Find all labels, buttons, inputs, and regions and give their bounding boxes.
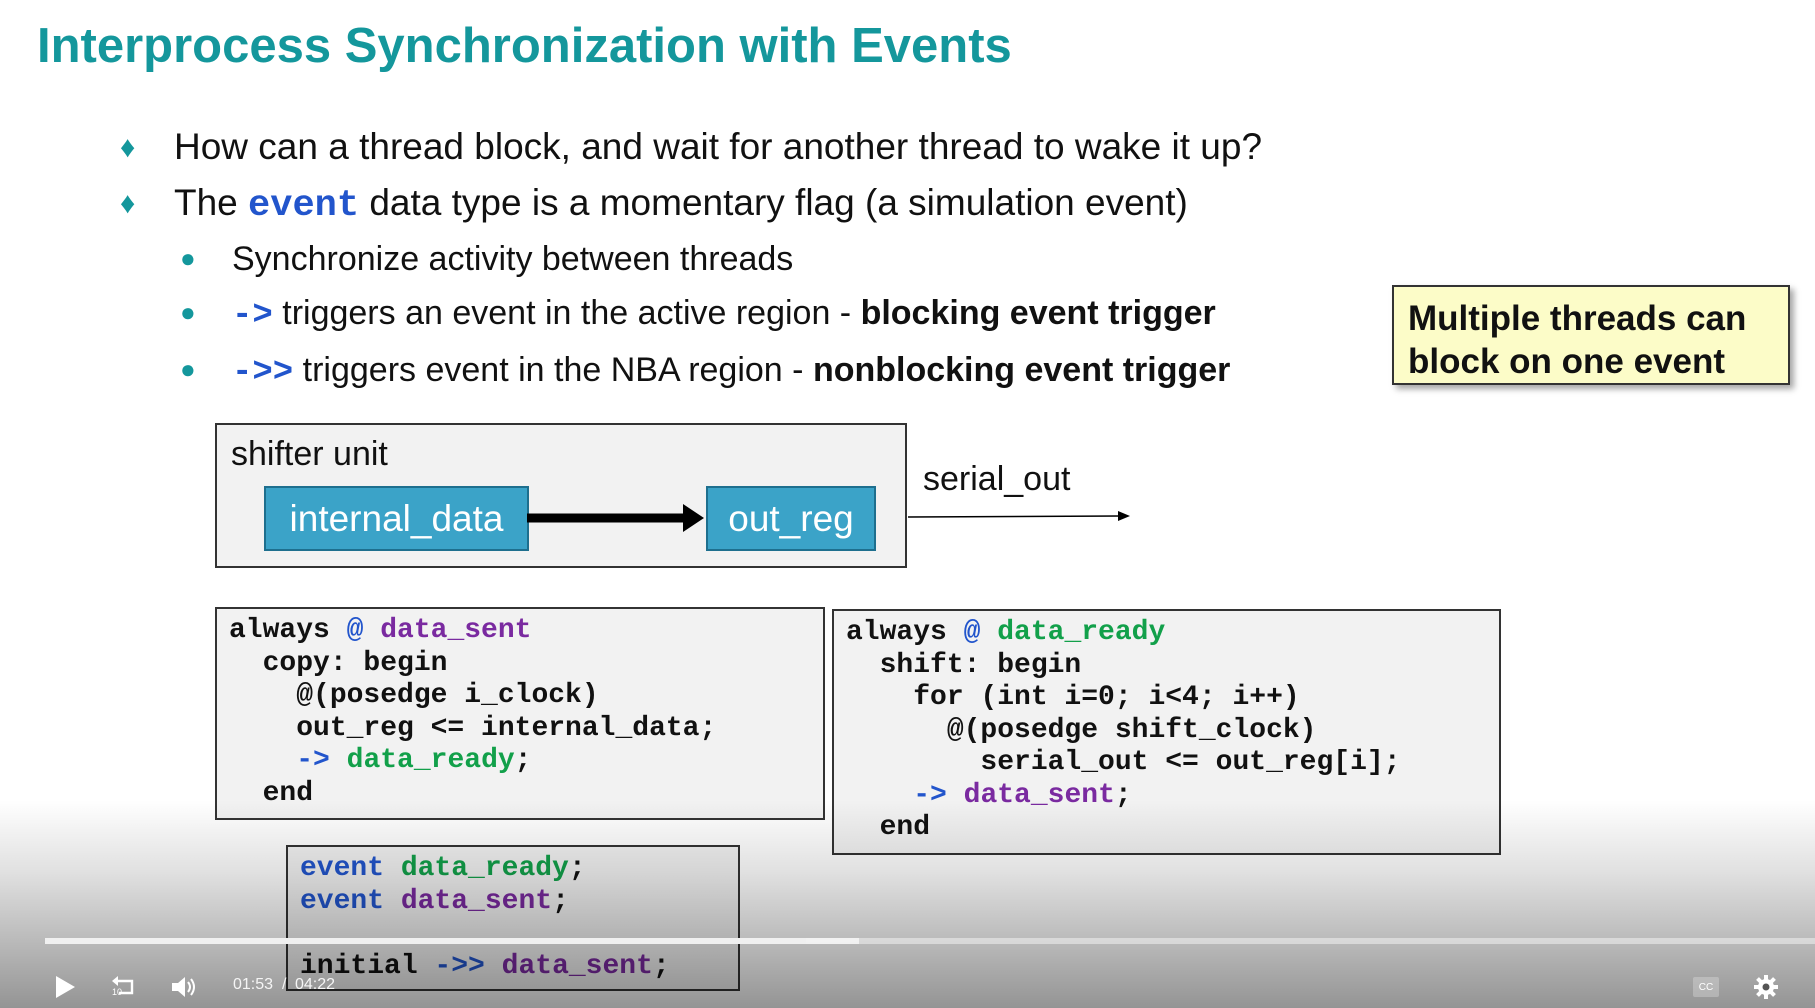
play-icon <box>56 976 75 998</box>
code-token: @ <box>346 615 381 646</box>
time-separator: / <box>282 976 287 993</box>
code-token: shift: begin <box>846 649 1082 681</box>
replay-10-button[interactable]: 10 <box>108 972 140 1002</box>
code-token: @ <box>963 617 998 648</box>
code-token: event <box>300 885 401 917</box>
settings-button[interactable] <box>1751 972 1781 1002</box>
code-token: data_sent <box>963 779 1115 811</box>
closed-captions-icon: CC <box>1698 981 1714 993</box>
code-line: out_reg <= internal_data; <box>229 713 823 746</box>
code-line: for (int i=0; i<4; i++) <box>846 682 1499 715</box>
volume-button[interactable] <box>168 972 200 1002</box>
code-line: end <box>846 812 1499 845</box>
code-token: ; <box>514 745 532 776</box>
code-token: @(posedge i_clock) <box>229 680 599 711</box>
code-token: data_ready <box>400 853 569 884</box>
code-line: -> data_ready; <box>229 745 823 778</box>
code-block-declarations: event data_ready; event data_sent; initia… <box>286 845 740 991</box>
closed-captions-button[interactable]: CC <box>1693 977 1719 997</box>
code-token: @(posedge shift_clock) <box>846 714 1317 746</box>
code-token: data_sent <box>380 615 532 646</box>
code-line: end <box>229 778 823 811</box>
code-token: serial_out <= out_reg[i]; <box>846 747 1401 778</box>
code-token: always <box>846 617 964 648</box>
progress-played <box>45 938 807 944</box>
code-line <box>300 918 738 951</box>
current-time: 01:53 <box>233 976 274 993</box>
code-block-copy: always @ data_sent copy: begin @(posedge… <box>215 607 825 820</box>
diagram-arrows <box>527 504 1130 532</box>
code-token: -> <box>296 745 330 776</box>
code-line: @(posedge shift_clock) <box>846 715 1499 748</box>
code-token: ; <box>552 885 569 917</box>
replay-seconds-label: 10 <box>112 987 123 997</box>
code-token: -> <box>913 779 947 811</box>
code-token: copy: begin <box>229 647 448 679</box>
code-token: event <box>300 853 401 884</box>
code-token: data_sent <box>400 885 553 917</box>
volume-icon <box>172 977 195 997</box>
code-token: end <box>846 812 931 843</box>
code-token: ; <box>652 950 670 982</box>
code-token: out_reg <= internal_data; <box>229 712 717 744</box>
code-line: -> data_sent; <box>846 780 1499 813</box>
progress-bar[interactable] <box>45 938 1815 944</box>
serial-out-label: serial_out <box>923 460 1071 498</box>
code-line: event data_sent; <box>300 886 738 919</box>
code-line: shift: begin <box>846 650 1499 683</box>
serial-out-arrow-head <box>1118 511 1130 521</box>
code-block-shift: always @ data_ready shift: begin for (in… <box>832 609 1501 855</box>
data-flow-arrow-head <box>683 504 704 532</box>
code-line: initial ->> data_sent; <box>300 951 738 984</box>
gear-icon <box>1754 975 1778 999</box>
code-line: event data_ready; <box>300 853 738 886</box>
code-line: always @ data_sent <box>229 615 823 648</box>
code-token: ->> <box>434 950 485 982</box>
code-line: serial_out <= out_reg[i]; <box>846 747 1499 780</box>
code-token: for (int i=0; i<4; i++) <box>846 682 1300 713</box>
code-token: data_ready <box>346 745 515 776</box>
code-line: copy: begin <box>229 648 823 681</box>
code-token: ; <box>568 853 586 884</box>
play-button[interactable] <box>50 972 80 1002</box>
code-token: data_sent <box>501 950 653 982</box>
code-line: @(posedge i_clock) <box>229 680 823 713</box>
code-token: ; <box>1114 779 1132 811</box>
code-line: always @ data_ready <box>846 617 1499 650</box>
duration: 04:22 <box>295 976 336 993</box>
code-token: end <box>229 777 314 809</box>
serial-out-arrow-line <box>907 515 1121 518</box>
code-token: data_ready <box>997 617 1166 648</box>
code-token: always <box>229 615 347 646</box>
